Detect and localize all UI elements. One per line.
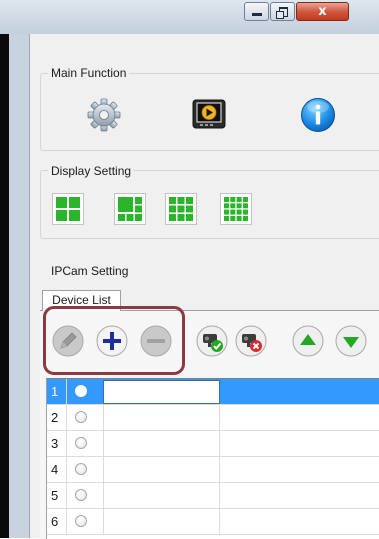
highlight-annotation <box>43 306 185 375</box>
gear-icon[interactable] <box>87 98 121 132</box>
row-number: 6 <box>47 509 67 535</box>
background-strip <box>0 34 9 538</box>
table-row[interactable]: 2 <box>47 405 379 431</box>
camera-connect-icon[interactable] <box>195 324 229 358</box>
row-radio[interactable] <box>75 411 87 423</box>
layout-4-button[interactable] <box>52 193 84 225</box>
row-number: 2 <box>47 405 67 431</box>
close-button[interactable]: x <box>296 2 349 21</box>
grid-16-icon <box>224 197 248 221</box>
row-radio[interactable] <box>75 463 87 475</box>
table-row[interactable]: 6 <box>47 509 379 535</box>
device-name-cell[interactable] <box>103 509 220 535</box>
device-name-cell[interactable] <box>103 483 220 509</box>
table-row[interactable]: 4 <box>47 457 379 483</box>
grid-9-icon <box>169 197 193 221</box>
row-number: 5 <box>47 483 67 509</box>
info-icon[interactable] <box>300 97 336 133</box>
arrow-up-icon[interactable] <box>291 324 325 358</box>
device-name-cell[interactable] <box>103 405 220 431</box>
grid-6-icon <box>118 197 142 221</box>
close-icon: x <box>318 4 327 19</box>
device-name-cell[interactable] <box>103 457 220 483</box>
row-radio[interactable] <box>75 515 87 527</box>
arrow-down-icon[interactable] <box>334 324 368 358</box>
camera-disconnect-icon[interactable] <box>234 324 268 358</box>
device-name-cell[interactable] <box>103 431 220 457</box>
grid-4-icon <box>56 197 80 221</box>
maximize-icon <box>276 7 288 19</box>
layout-9-button[interactable] <box>165 193 197 225</box>
display-setting-group <box>40 170 379 239</box>
layout-16-button[interactable] <box>220 193 252 225</box>
row-number: 4 <box>47 457 67 483</box>
ipcam-setting-title: IPCam Setting <box>48 264 132 278</box>
maximize-button[interactable] <box>270 2 295 21</box>
minimize-icon <box>252 13 262 16</box>
row-number: 3 <box>47 431 67 457</box>
window-frame <box>9 34 30 538</box>
row-number: 1 <box>47 379 67 405</box>
device-list-grid[interactable]: 1 2 3 4 5 6 <box>46 378 379 539</box>
layout-6-button[interactable] <box>114 193 146 225</box>
row-radio[interactable] <box>75 489 87 501</box>
title-bar[interactable]: x <box>0 0 379 34</box>
table-row[interactable]: 1 <box>47 379 379 405</box>
device-name-cell[interactable] <box>103 380 220 404</box>
video-player-icon[interactable] <box>192 99 226 131</box>
display-setting-title: Display Setting <box>48 164 135 178</box>
row-radio[interactable] <box>75 385 87 397</box>
minimize-button[interactable] <box>244 2 269 21</box>
row-radio[interactable] <box>75 437 87 449</box>
window-controls: x <box>244 2 349 21</box>
main-function-title: Main Function <box>48 66 130 80</box>
table-row[interactable]: 3 <box>47 431 379 457</box>
table-row[interactable]: 5 <box>47 483 379 509</box>
